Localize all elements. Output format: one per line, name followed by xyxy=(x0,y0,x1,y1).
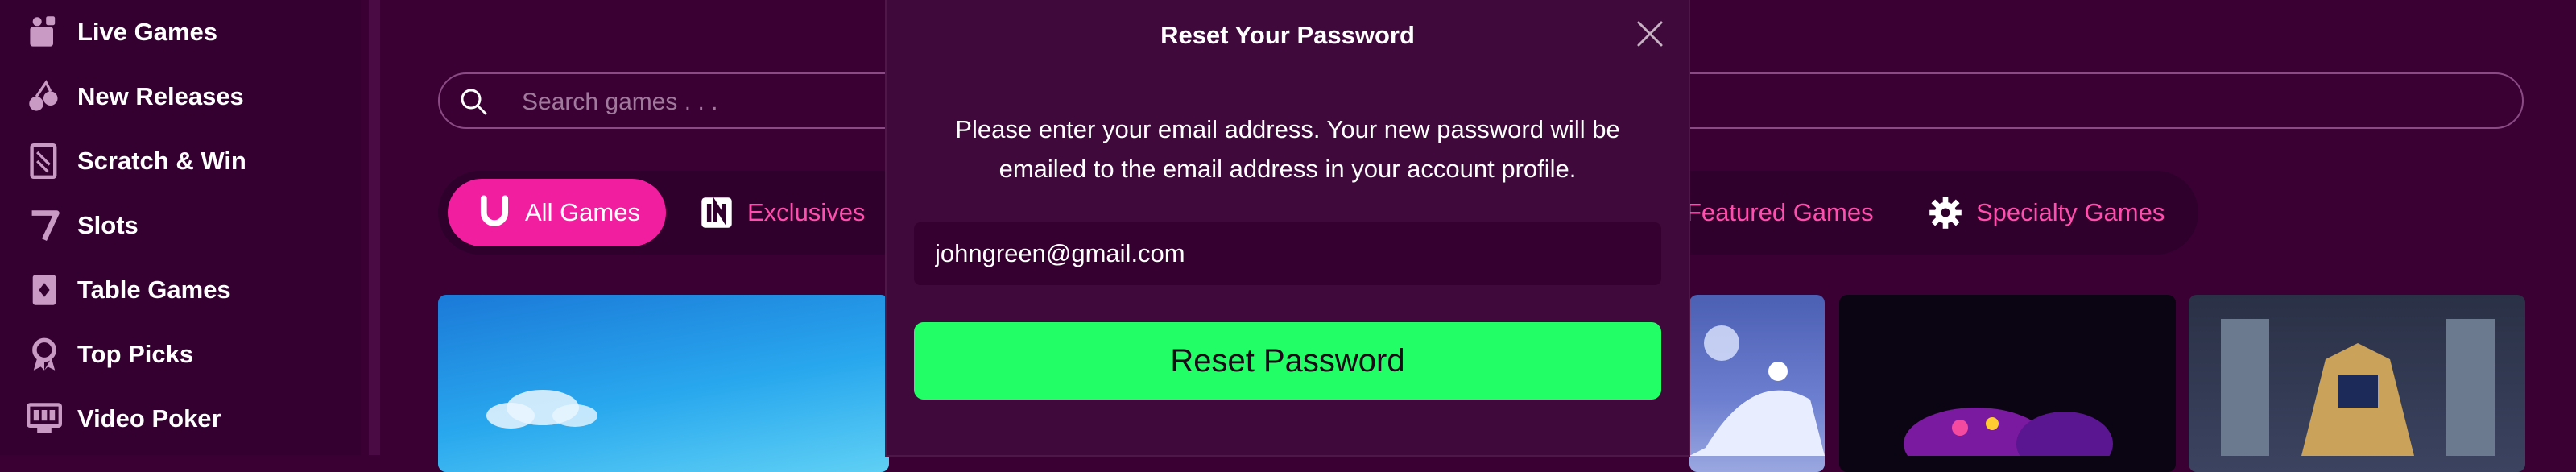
game-tile[interactable] xyxy=(1839,295,2176,472)
game-art xyxy=(1689,325,1825,456)
seven-icon xyxy=(24,205,64,246)
reset-password-modal: Reset Your Password Please enter your em… xyxy=(887,0,1689,455)
live-games-icon xyxy=(24,12,64,52)
sidebar-item-slots[interactable]: Slots xyxy=(24,201,139,250)
close-icon[interactable] xyxy=(1634,18,1666,50)
reset-password-button[interactable]: Reset Password xyxy=(914,322,1661,400)
sidebar-scrollbar[interactable] xyxy=(369,0,380,455)
sidebar-item-label: Table Games xyxy=(77,275,231,304)
modal-title: Reset Your Password xyxy=(1160,21,1415,49)
game-tile[interactable] xyxy=(438,295,889,472)
card-table-icon xyxy=(24,270,64,310)
sidebar-item-new-releases[interactable]: New Releases xyxy=(24,72,244,121)
gear-icon xyxy=(1929,197,1962,229)
tab-all-games[interactable]: All Games xyxy=(448,179,666,246)
sidebar-item-live-games[interactable]: Live Games xyxy=(24,8,217,56)
cherries-icon xyxy=(24,77,64,117)
exclusive-badge-icon xyxy=(701,196,732,228)
sidebar-item-label: Live Games xyxy=(77,18,218,46)
sidebar-item-label: Scratch & Win xyxy=(77,147,246,175)
sidebar-item-label: Video Poker xyxy=(77,404,221,433)
sidebar-item-top-picks[interactable]: Top Picks xyxy=(24,330,193,379)
sidebar-item-label: New Releases xyxy=(77,82,244,110)
game-tile[interactable] xyxy=(1689,295,1825,472)
tab-label: Featured Games xyxy=(1686,198,1874,226)
game-art xyxy=(1904,408,2113,472)
sidebar-item-video-poker[interactable]: Video Poker xyxy=(24,395,221,443)
horseshoe-icon xyxy=(480,195,509,227)
sidebar-item-label: Slots xyxy=(77,211,139,239)
video-poker-icon xyxy=(24,399,64,439)
game-art xyxy=(2221,319,2495,456)
sidebar-item-scratch-win[interactable]: Scratch & Win xyxy=(24,137,246,185)
cloud-art xyxy=(486,390,597,429)
award-ribbon-icon xyxy=(24,334,64,375)
modal-message: Please enter your email address. Your ne… xyxy=(955,115,1620,183)
scratch-ticket-icon xyxy=(24,141,64,181)
tab-specialty-games[interactable]: Specialty Games xyxy=(1928,179,2165,246)
tab-label: All Games xyxy=(525,198,640,226)
tab-label: Exclusives xyxy=(747,198,866,226)
tab-label: Specialty Games xyxy=(1976,198,2165,226)
sidebar-item-label: Top Picks xyxy=(77,340,194,368)
email-field[interactable] xyxy=(914,222,1661,285)
game-tile[interactable] xyxy=(2189,295,2525,472)
tab-exclusives[interactable]: Exclusives xyxy=(699,179,865,246)
sidebar: Live Games New Releases Scratch & Win Sl… xyxy=(0,0,361,455)
tab-featured-games[interactable]: Featured Games xyxy=(1686,179,1874,246)
sidebar-item-table-games[interactable]: Table Games xyxy=(24,266,231,314)
search-icon xyxy=(461,89,487,115)
search-input[interactable]: Search games . . . xyxy=(522,89,717,116)
